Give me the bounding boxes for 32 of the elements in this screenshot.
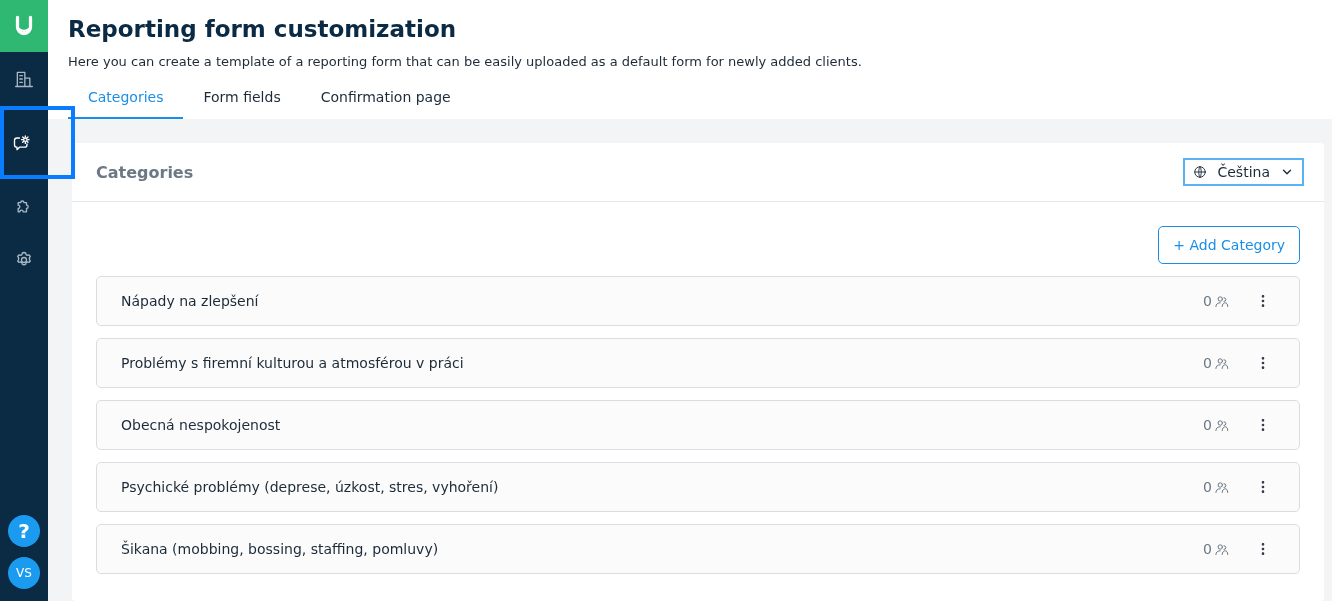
chat-gear-icon: [12, 132, 32, 153]
category-count: 0: [1203, 479, 1212, 495]
people-icon: [1214, 479, 1229, 495]
card-title: Categories: [96, 162, 194, 182]
category-row[interactable]: Šikana (mobbing, bossing, staffing, pomluvy) 0: [96, 524, 1300, 574]
category-row[interactable]: Obecná nespokojenost 0: [96, 400, 1300, 450]
category-name: Nápady na zlepšení: [121, 293, 260, 309]
category-count: 0: [1203, 541, 1212, 557]
page-description: Here you can create a template of a reporting form that can be easily uploaded as a default form for newly added clients.: [68, 54, 863, 69]
category-count: 0: [1203, 293, 1212, 309]
language-dropdown[interactable]: Čeština: [1183, 158, 1304, 186]
category-count: 0: [1203, 355, 1212, 371]
tab[interactable]: Form fields: [183, 89, 301, 119]
people-icon: [1214, 541, 1229, 557]
category-name: Šikana (mobbing, bossing, staffing, pomluvy): [121, 541, 440, 557]
page-title: Reporting form customization: [68, 16, 458, 42]
tab[interactable]: Confirmation page: [300, 89, 471, 119]
nav-item[interactable]: [0, 106, 75, 179]
people-icon: [1214, 417, 1229, 433]
globe-icon: [1193, 165, 1208, 179]
category-row[interactable]: Psychické problémy (deprese, úzkost, stres, vyhoření) 0: [96, 462, 1300, 512]
building-icon: [14, 69, 34, 89]
category-row[interactable]: Nápady na zlepšení 0: [96, 276, 1300, 326]
category-count: 0: [1203, 417, 1212, 433]
category-name: Psychické problémy (deprese, úzkost, stres, vyhoření): [121, 479, 500, 495]
category-name: Obecná nespokojenost: [121, 417, 282, 433]
category-row[interactable]: Problémy s firemní kulturou a atmosférou v práci 0: [96, 338, 1300, 388]
category-name: Problémy s firemní kulturou a atmosférou v práci: [121, 355, 465, 371]
people-icon: [1214, 293, 1229, 309]
logo[interactable]: [0, 0, 48, 52]
add-category-button[interactable]: + Add Category: [1158, 226, 1300, 264]
people-icon: [1214, 355, 1229, 371]
